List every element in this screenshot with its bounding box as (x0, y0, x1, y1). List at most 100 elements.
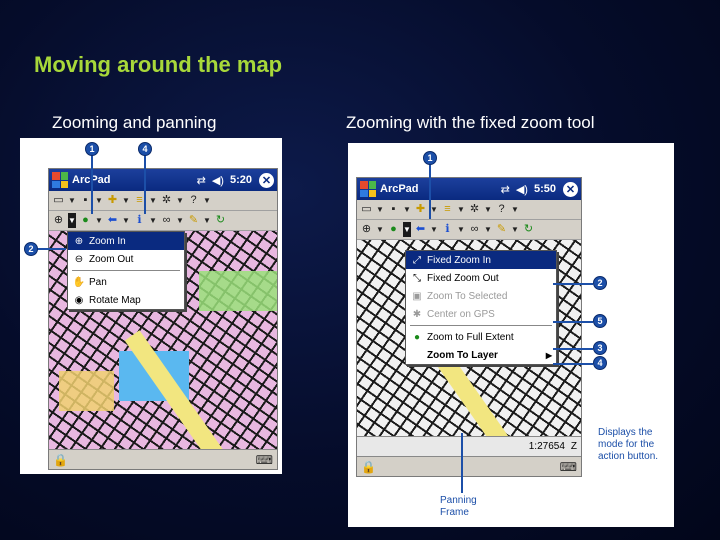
tools-icon[interactable]: ✲ (159, 193, 174, 208)
callout-line (461, 433, 463, 493)
clock: 5:50 (533, 183, 556, 195)
refresh-icon[interactable]: ↻ (213, 213, 228, 228)
zoom-selected-icon: ▣ (412, 290, 422, 302)
chevron-down-icon[interactable]: ▼ (203, 193, 211, 208)
tools-icon[interactable]: ✲ (467, 202, 482, 217)
chevron-down-icon[interactable]: ▼ (149, 213, 157, 228)
speaker-icon[interactable]: ◀) (516, 183, 528, 196)
chevron-down-icon[interactable]: ▼ (403, 202, 411, 217)
fixed-zoom-menu: ⤢ Fixed Zoom In ⤡ Fixed Zoom Out ▣ Zoom To … (405, 250, 557, 365)
main-toolbar: ▭ ▼ ▪ ▼ ✚ ▼ ≡ ▼ ✲ ▼ ? ▼ (49, 191, 277, 211)
left-titlebar: ArcPad ⇄ ◀) 5:20 ✕ (49, 169, 277, 191)
close-icon[interactable]: ✕ (259, 172, 274, 188)
chevron-down-icon[interactable]: ▼ (203, 213, 211, 228)
chevron-down-icon[interactable]: ▼ (376, 202, 384, 217)
zoom-in-icon: ⊕ (74, 235, 84, 247)
callout-line (553, 321, 593, 323)
globe-icon[interactable]: ● (78, 213, 93, 228)
binoculars-icon[interactable]: ∞ (467, 222, 482, 237)
right-statusbar: 🔒 ⌨ (357, 456, 581, 476)
chevron-down-icon[interactable]: ▼ (430, 222, 438, 237)
chevron-down-icon[interactable]: ▼ (457, 222, 465, 237)
chevron-down-icon[interactable]: ▼ (457, 202, 465, 217)
globe-icon: ● (413, 331, 421, 343)
windows-start-icon[interactable] (52, 172, 68, 188)
fixed-zoom-out-icon: ⤡ (413, 272, 421, 284)
chevron-down-icon[interactable]: ▼ (68, 193, 76, 208)
back-arrow-icon[interactable]: ⬅ (413, 222, 428, 237)
help-icon[interactable]: ? (186, 193, 201, 208)
callout-line (429, 163, 431, 219)
chevron-down-icon[interactable]: ▼ (176, 213, 184, 228)
chevron-down-icon[interactable]: ▼ (176, 193, 184, 208)
left-pda-screen: ArcPad ⇄ ◀) 5:20 ✕ ▭▼ ▪▼ ✚▼ ≡▼ ✲▼ ?▼ ⊕ ▼… (48, 168, 278, 470)
help-icon[interactable]: ? (494, 202, 509, 217)
chevron-down-icon[interactable]: ▼ (430, 202, 438, 217)
menu-item-fixed-zoom-out[interactable]: ⤡ Fixed Zoom Out (406, 269, 556, 287)
menu-item-zoom-to-full-extent[interactable]: ● Zoom to Full Extent (406, 328, 556, 346)
menu-item-zoom-to-layer[interactable]: Zoom To Layer ▶ (406, 346, 556, 364)
zoom-dropdown-button[interactable]: ▼ (68, 213, 76, 228)
panning-frame-note: Panning Frame (440, 495, 477, 518)
close-icon[interactable]: ✕ (563, 181, 578, 197)
clock: 5:20 (229, 174, 252, 186)
main-toolbar: ▭ ▼ ▪ ▼ ✚ ▼ ≡ ▼ ✲ ▼ ? ▼ (357, 200, 581, 220)
add-layer-icon[interactable]: ✚ (105, 193, 120, 208)
menu-item-fixed-zoom-in[interactable]: ⤢ Fixed Zoom In (406, 251, 556, 269)
hand-icon: ✋ (72, 276, 86, 288)
callout-line (91, 154, 93, 214)
connectivity-icon[interactable]: ⇄ (501, 183, 510, 196)
menu-item-rotate-map[interactable]: ◉ Rotate Map (68, 291, 184, 309)
app-name: ArcPad (380, 183, 419, 195)
zoom-tool-icon[interactable]: ⊕ (51, 213, 66, 228)
chevron-down-icon[interactable]: ▼ (149, 193, 157, 208)
speaker-icon[interactable]: ◀) (212, 174, 224, 187)
info-icon[interactable]: ℹ (132, 213, 147, 228)
chevron-down-icon[interactable]: ▼ (122, 193, 130, 208)
callout-line (553, 363, 593, 365)
right-titlebar: ArcPad ⇄ ◀) 5:50 ✕ (357, 178, 581, 200)
open-folder-icon[interactable]: ▭ (51, 193, 66, 208)
chevron-down-icon[interactable]: ▼ (484, 202, 492, 217)
menu-item-zoom-in[interactable]: ⊕ Zoom In (68, 232, 184, 250)
map-scale: 1:27654 (528, 441, 565, 452)
open-folder-icon[interactable]: ▭ (359, 202, 374, 217)
fixed-zoom-dropdown-button[interactable]: ▼ (403, 222, 411, 237)
chevron-down-icon[interactable]: ▼ (376, 222, 384, 237)
action-button-note: Displays the mode for the action button. (598, 427, 659, 462)
chevron-down-icon[interactable]: ▼ (122, 213, 130, 228)
chevron-down-icon[interactable]: ▼ (511, 222, 519, 237)
edit-pencil-icon[interactable]: ✎ (494, 222, 509, 237)
globe-icon[interactable]: ● (386, 222, 401, 237)
menu-item-zoom-out[interactable]: ⊖ Zoom Out (68, 250, 184, 268)
chevron-down-icon[interactable]: ▼ (484, 222, 492, 237)
callout-5: 5 (593, 314, 607, 328)
chevron-down-icon[interactable]: ▼ (95, 213, 103, 228)
menu-item-pan[interactable]: ✋ Pan (68, 273, 184, 291)
fixed-zoom-in-icon: ⤢ (413, 254, 421, 266)
menu-item-zoom-to-selected: ▣ Zoom To Selected (406, 287, 556, 305)
callout-line (36, 248, 66, 250)
keyboard-icon[interactable]: ⌨ (560, 460, 577, 474)
chevron-down-icon[interactable]: ▼ (95, 193, 103, 208)
right-subtitle: Zooming with the fixed zoom tool (346, 113, 595, 132)
keyboard-icon[interactable]: ⌨ (256, 453, 273, 467)
zone-area (59, 371, 114, 411)
zoom-tool-icon[interactable]: ⊕ (359, 222, 374, 237)
lock-icon[interactable]: 🔒 (361, 460, 376, 474)
callout-line (553, 283, 593, 285)
lock-icon[interactable]: 🔒 (53, 453, 68, 467)
binoculars-icon[interactable]: ∞ (159, 213, 174, 228)
save-icon[interactable]: ▪ (386, 202, 401, 217)
info-icon[interactable]: ℹ (440, 222, 455, 237)
layers-icon[interactable]: ≡ (440, 202, 455, 217)
connectivity-icon[interactable]: ⇄ (197, 174, 206, 187)
edit-pencil-icon[interactable]: ✎ (186, 213, 201, 228)
refresh-icon[interactable]: ↻ (521, 222, 536, 237)
app-name: ArcPad (72, 174, 191, 186)
park-area (199, 271, 277, 311)
chevron-down-icon[interactable]: ▼ (511, 202, 519, 217)
add-layer-icon[interactable]: ✚ (413, 202, 428, 217)
back-arrow-icon[interactable]: ⬅ (105, 213, 120, 228)
windows-start-icon[interactable] (360, 181, 376, 197)
